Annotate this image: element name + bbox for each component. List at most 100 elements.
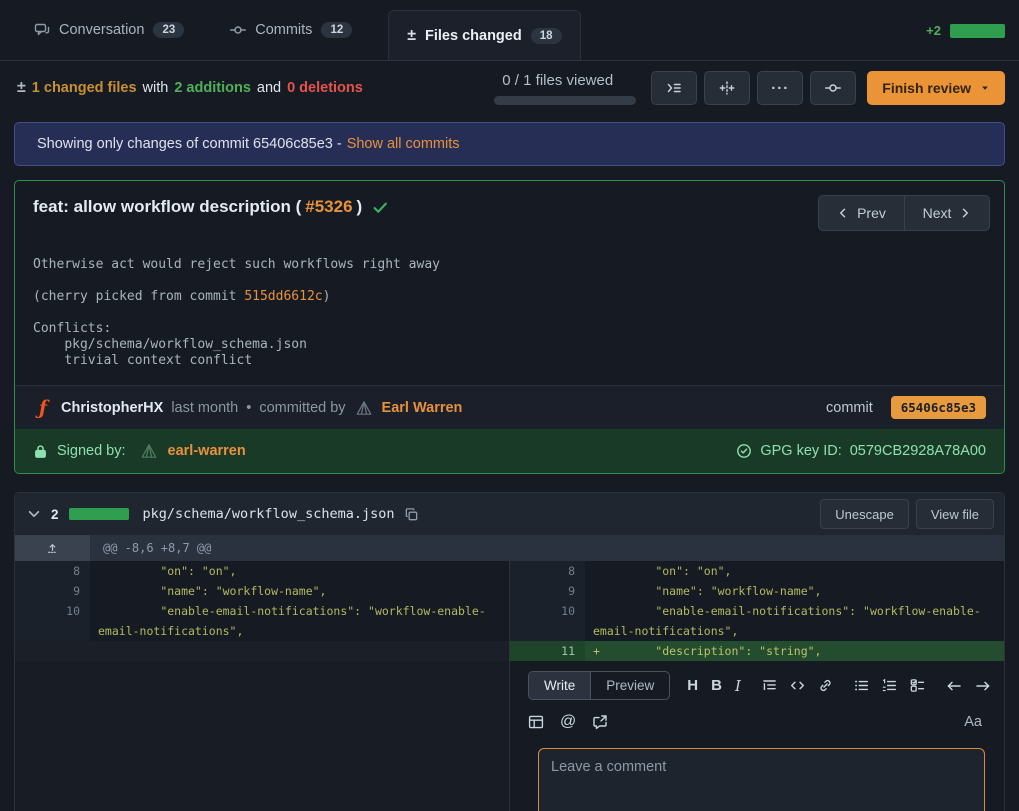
task-list-icon[interactable] (910, 678, 925, 693)
select-commit-button[interactable] (810, 71, 856, 105)
diffstat-added-count: +2 (926, 23, 941, 38)
commit-title-close: ) (357, 195, 363, 219)
diff-icon: ± (407, 27, 416, 45)
line-number-old-empty (15, 641, 90, 661)
ellipsis-icon: ··· (771, 80, 789, 97)
chevron-left-icon (837, 207, 849, 219)
file-tree-toggle-button[interactable] (651, 71, 697, 105)
commit-message-body: Otherwise act would reject such workflow… (15, 237, 1004, 385)
line-number-old[interactable]: 9 (15, 581, 90, 601)
quote-icon[interactable] (762, 678, 777, 693)
line-number-old[interactable]: 10 (15, 601, 90, 641)
expand-hunk-button[interactable] (15, 535, 90, 561)
inline-comment-editor: Write Preview H B I (509, 661, 1004, 811)
code-line-new: "enable-email-notifications": "workflow-… (585, 601, 1004, 641)
mention-icon[interactable]: @ (560, 713, 576, 731)
pr-number-link[interactable]: #5326 (305, 195, 352, 219)
files-viewed-label: 0 / 1 files viewed (494, 72, 613, 89)
text-format-toggle[interactable]: Aa (964, 714, 984, 730)
conversation-icon (34, 22, 50, 38)
diff-line-row-added: 11 + "description": "string", (15, 641, 1004, 661)
file-name-link[interactable]: pkg/schema/workflow_schema.json (143, 506, 395, 522)
split-view-toggle-button[interactable] (704, 71, 750, 105)
committer-avatar[interactable] (354, 398, 374, 418)
code-icon[interactable] (790, 678, 805, 693)
finish-review-label: Finish review (882, 80, 971, 96)
diff-actions: 0 / 1 files viewed ··· Finish review (494, 71, 1005, 105)
copy-file-path-button[interactable] (404, 507, 419, 522)
unescape-button[interactable]: Unescape (820, 499, 909, 529)
files-viewed: 0 / 1 files viewed (494, 72, 636, 105)
line-number-new[interactable]: 10 (509, 601, 585, 641)
line-number-new[interactable]: 8 (509, 561, 585, 581)
expand-up-icon (46, 542, 59, 555)
gpg-key-label: GPG key ID: (760, 443, 841, 459)
preview-tab[interactable]: Preview (590, 672, 669, 699)
more-options-button[interactable]: ··· (757, 71, 803, 105)
commit-sha-badge[interactable]: 65406c85e3 (891, 396, 986, 419)
dot-separator: • (246, 400, 251, 416)
diff-file-box: 2 pkg/schema/workflow_schema.json Unesca… (14, 492, 1005, 811)
diff-file-header: 2 pkg/schema/workflow_schema.json Unesca… (15, 493, 1004, 535)
files-viewed-progress-bar (494, 96, 636, 105)
commit-author-row: ƒ ChristopherHX last month • committed b… (15, 385, 1004, 429)
comment-textarea[interactable] (538, 748, 985, 811)
diff-icon: ± (17, 79, 26, 97)
view-file-button[interactable]: View file (916, 499, 994, 529)
signer-name-link[interactable]: earl-warren (168, 443, 246, 459)
author-name-link[interactable]: ChristopherHX (61, 400, 163, 416)
view-file-label: View file (931, 507, 979, 522)
changes-summary: ± 1 changed files with 2 additions and 0… (17, 79, 363, 97)
diff-line-row: 10 "enable-email-notifications": "workfl… (15, 601, 1004, 641)
commit-title-text: feat: allow workflow description ( (33, 195, 301, 219)
pull-request-files-changed-page: Conversation 23 Commits 12 ± Files chang… (0, 0, 1019, 811)
tab-commits-label: Commits (255, 22, 312, 38)
committer-name-link[interactable]: Earl Warren (382, 400, 463, 416)
heading-icon[interactable]: H (687, 677, 698, 694)
editor-tabs-row: Write Preview H B I (528, 671, 984, 700)
chevron-down-icon (27, 507, 41, 521)
next-commit-button[interactable]: Next (904, 195, 990, 231)
line-number-new[interactable]: 11 (509, 641, 585, 661)
italic-icon[interactable]: I (735, 677, 741, 695)
prev-commit-button[interactable]: Prev (818, 195, 904, 231)
link-icon[interactable] (818, 678, 833, 693)
collapse-file-button[interactable] (27, 507, 41, 521)
indent-icon[interactable] (975, 678, 991, 694)
commit-icon (825, 80, 841, 96)
split-diff-icon (719, 80, 735, 96)
finish-review-button[interactable]: Finish review (867, 71, 1005, 105)
banner-text: Showing only changes of commit 65406c85e… (37, 136, 342, 152)
summary-text: with (143, 80, 169, 96)
tab-files-changed-label: Files changed (425, 28, 522, 44)
cherry-pick-prefix: (cherry picked from commit (33, 289, 244, 304)
bold-icon[interactable]: B (711, 677, 722, 694)
code-line-old: "on": "on", (90, 561, 509, 581)
table-icon[interactable] (528, 714, 544, 730)
line-number-new[interactable]: 9 (509, 581, 585, 601)
copy-icon (404, 507, 419, 522)
lock-icon (33, 444, 48, 459)
summary-text: and (257, 80, 281, 96)
triangle-logo-icon (355, 399, 373, 417)
single-commit-banner: Showing only changes of commit 65406c85e… (14, 122, 1005, 166)
author-avatar[interactable]: ƒ (33, 398, 53, 418)
tab-files-changed[interactable]: ± Files changed 18 (388, 10, 580, 60)
bullet-list-icon[interactable] (854, 678, 869, 693)
cherry-pick-close: ) (323, 289, 331, 304)
tab-commits[interactable]: Commits 12 (220, 0, 362, 60)
signer-avatar[interactable] (139, 441, 159, 461)
numbered-list-icon[interactable] (882, 678, 897, 693)
write-tab[interactable]: Write (529, 672, 590, 699)
changed-files-link[interactable]: 1 changed files (32, 80, 137, 96)
badge-check-icon (736, 443, 752, 459)
line-number-old[interactable]: 8 (15, 561, 90, 581)
editor-toolbar-row2: @ Aa (528, 713, 984, 731)
outdent-icon[interactable] (946, 678, 962, 694)
unescape-label: Unescape (835, 507, 894, 522)
commits-count-badge: 12 (321, 22, 352, 38)
cherry-pick-sha-link[interactable]: 515dd6612c (244, 289, 322, 304)
reference-icon[interactable] (592, 714, 608, 730)
show-all-commits-link[interactable]: Show all commits (347, 136, 460, 152)
tab-conversation[interactable]: Conversation 23 (24, 0, 194, 60)
